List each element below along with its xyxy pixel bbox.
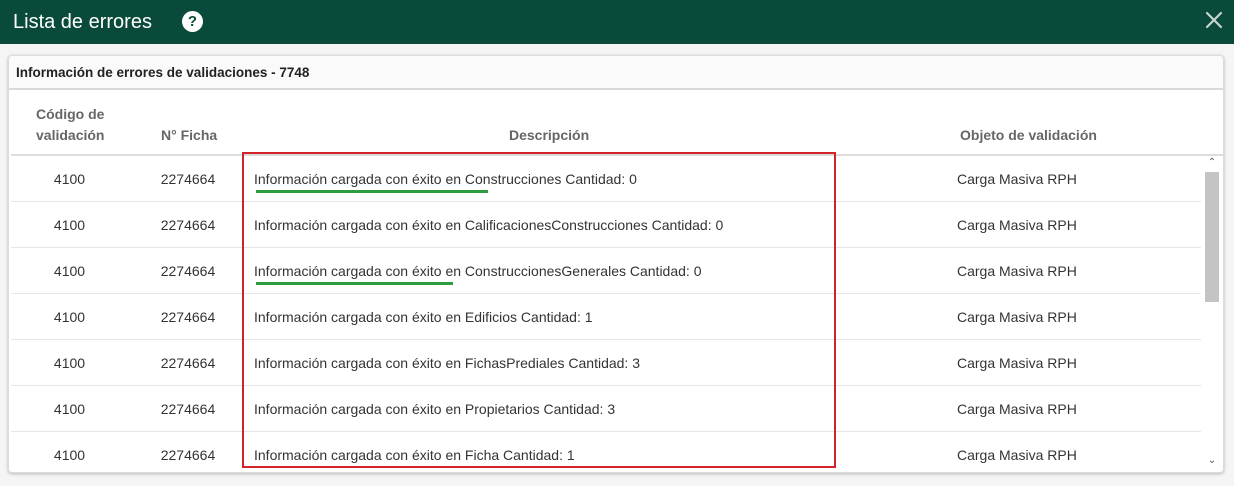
cell-description: Información cargada con éxito en Ficha C… (254, 447, 575, 463)
dialog-titlebar: Lista de errores ? (0, 0, 1234, 44)
cell-code: 4100 (53, 309, 86, 325)
cell-code: 4100 (53, 355, 86, 371)
close-icon[interactable] (1200, 6, 1228, 34)
cell-object: Carga Masiva RPH (957, 217, 1077, 233)
cell-description: Información cargada con éxito en Calific… (254, 217, 724, 233)
scrollbar-thumb[interactable] (1205, 172, 1219, 302)
column-header-code[interactable]: Código de validación (36, 104, 116, 146)
scroll-down-arrow-icon[interactable]: ⌄ (1203, 454, 1221, 468)
cell-code: 4100 (53, 401, 86, 417)
cell-code: 4100 (53, 263, 86, 279)
cell-object: Carga Masiva RPH (957, 263, 1077, 279)
scroll-up-arrow-icon[interactable]: ⌃ (1203, 156, 1221, 170)
vertical-scrollbar[interactable]: ⌃ ⌄ (1203, 156, 1221, 468)
dialog-title: Lista de errores (13, 10, 152, 33)
cell-description: Información cargada con éxito en Constru… (254, 171, 637, 187)
table-row[interactable]: 4100 2274664 Información cargada con éxi… (11, 386, 1201, 432)
help-icon[interactable]: ? (182, 11, 203, 32)
cell-code: 4100 (53, 447, 86, 463)
cell-object: Carga Masiva RPH (957, 309, 1077, 325)
cell-ficha: 2274664 (160, 447, 216, 463)
cell-description: Información cargada con éxito en FichasP… (254, 355, 640, 371)
column-header-ficha[interactable]: N° Ficha (161, 125, 217, 146)
table-row[interactable]: 4100 2274664 Información cargada con éxi… (11, 340, 1201, 386)
cell-description: Información cargada con éxito en Edifici… (254, 309, 593, 325)
table-header: Código de validación N° Ficha Descripció… (11, 92, 1223, 156)
column-header-object[interactable]: Objeto de validación (960, 125, 1097, 146)
cell-code: 4100 (53, 171, 86, 187)
panel-header: Información de errores de validaciones -… (9, 56, 1223, 90)
cell-description: Información cargada con éxito en Constru… (254, 263, 702, 279)
table-row[interactable]: 4100 2274664 Información cargada con éxi… (11, 202, 1201, 248)
cell-code: 4100 (53, 217, 86, 233)
cell-ficha: 2274664 (160, 401, 216, 417)
table-row[interactable]: 4100 2274664 Información cargada con éxi… (11, 294, 1201, 340)
cell-ficha: 2274664 (160, 171, 216, 187)
cell-object: Carga Masiva RPH (957, 355, 1077, 371)
cell-ficha: 2274664 (160, 355, 216, 371)
table-row[interactable]: 4100 2274664 Información cargada con éxi… (11, 248, 1201, 294)
cell-ficha: 2274664 (160, 217, 216, 233)
cell-ficha: 2274664 (160, 309, 216, 325)
table-row[interactable]: 4100 2274664 Información cargada con éxi… (11, 156, 1201, 202)
cell-object: Carga Masiva RPH (957, 447, 1077, 463)
cell-description: Información cargada con éxito en Propiet… (254, 401, 616, 417)
cell-object: Carga Masiva RPH (957, 171, 1077, 187)
table-body[interactable]: 4100 2274664 Información cargada con éxi… (11, 156, 1201, 472)
column-header-description[interactable]: Descripción (509, 125, 589, 146)
table-row[interactable]: 4100 2274664 Información cargada con éxi… (11, 432, 1201, 472)
validation-errors-panel: Información de errores de validaciones -… (8, 55, 1224, 473)
cell-object: Carga Masiva RPH (957, 401, 1077, 417)
cell-ficha: 2274664 (160, 263, 216, 279)
